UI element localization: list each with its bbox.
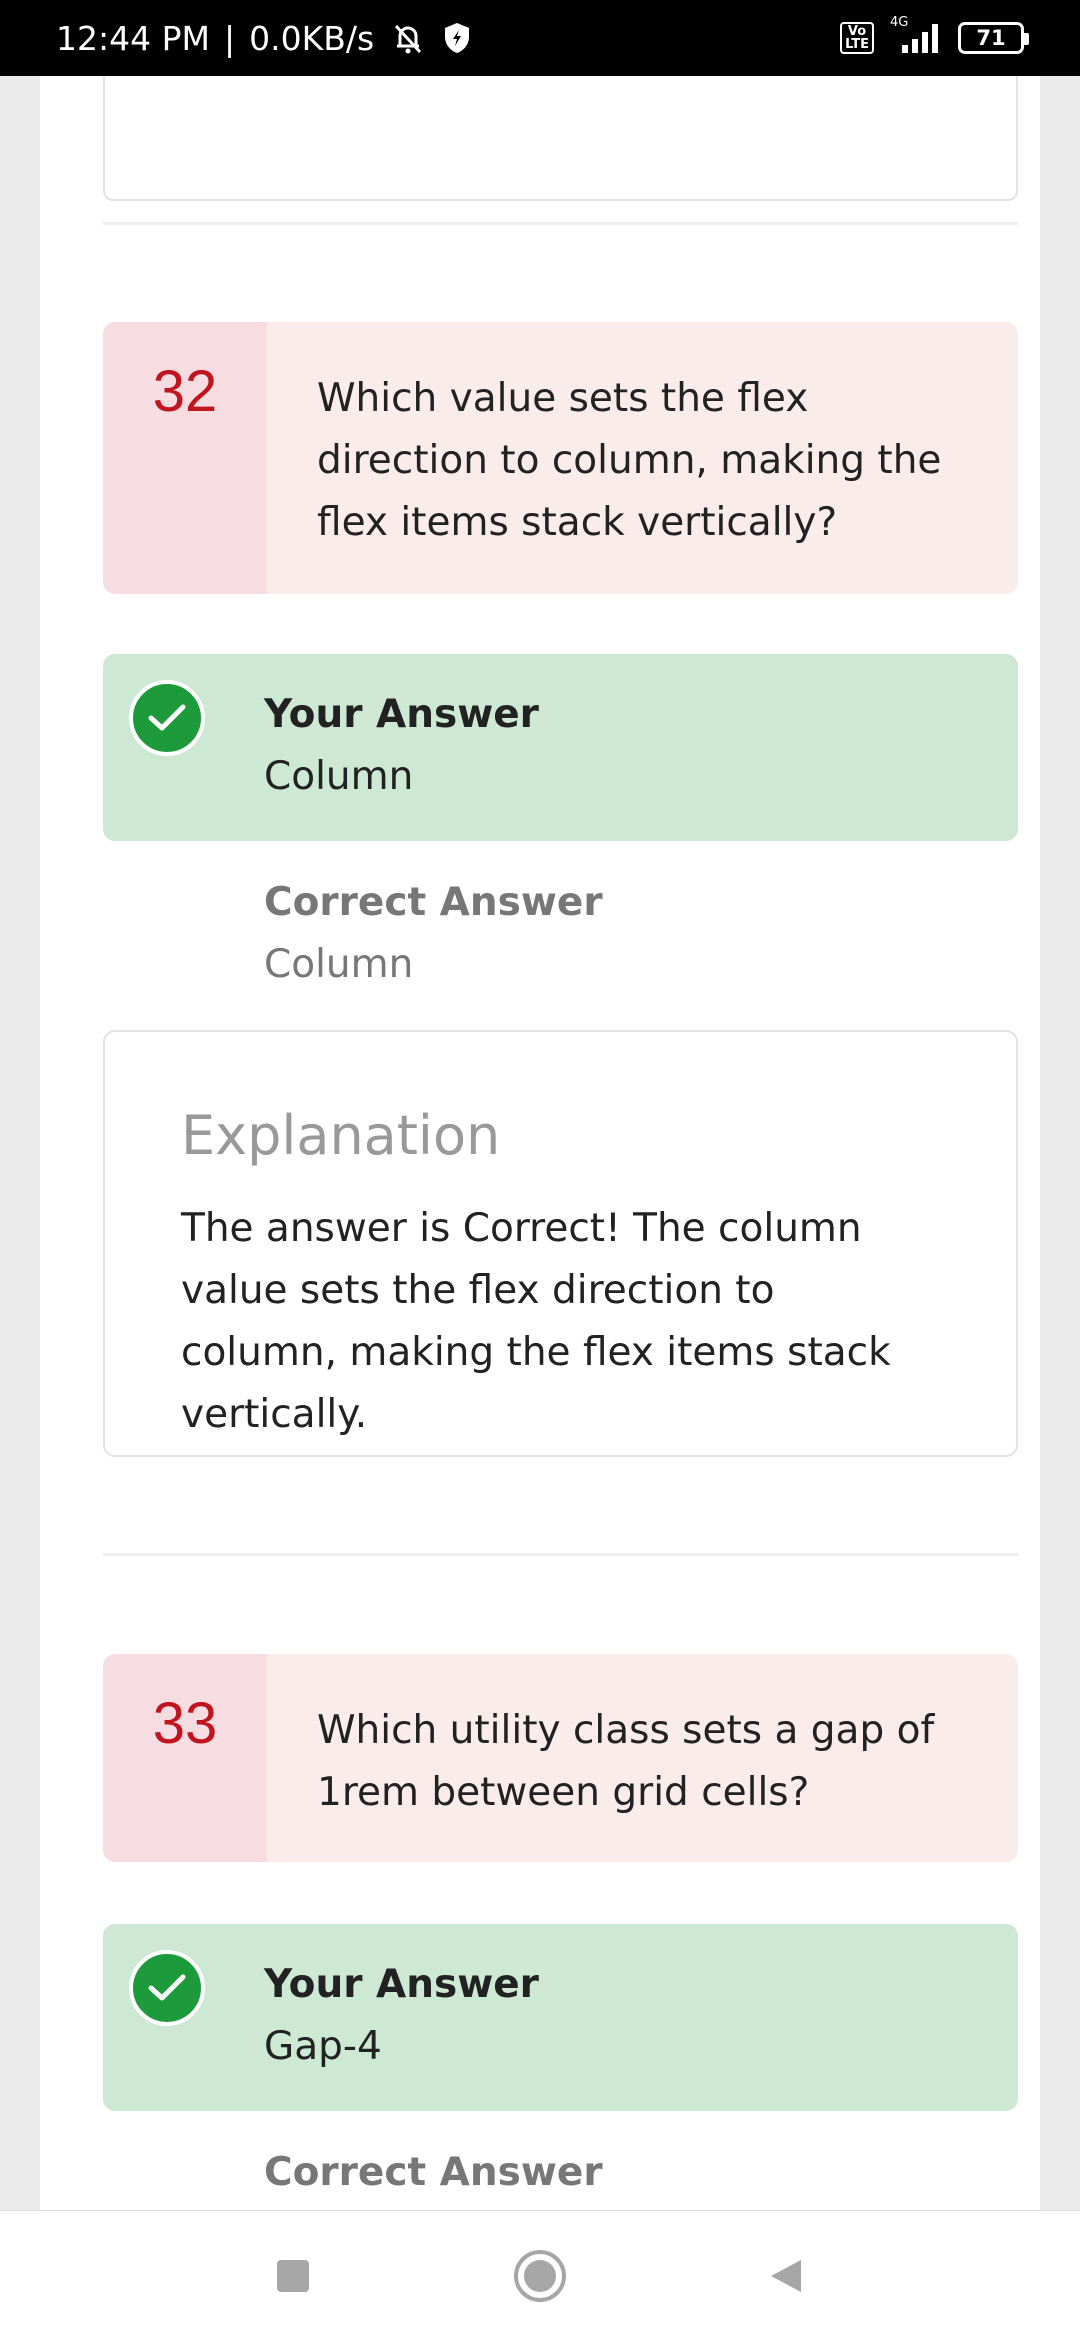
volte-icon: Vo LTE bbox=[840, 22, 874, 54]
signal-icon: 4G bbox=[888, 15, 944, 55]
muted-bell-icon bbox=[388, 18, 428, 58]
correct-answer-value: Column bbox=[264, 942, 414, 987]
recents-button[interactable] bbox=[253, 2236, 333, 2316]
question-card-33: 33 Which utility class sets a gap of 1re… bbox=[103, 1654, 1018, 1862]
your-answer-label: Your Answer bbox=[264, 1962, 539, 2007]
your-answer-label: Your Answer bbox=[264, 692, 539, 737]
question-card-32: 32 Which value sets the flex direction t… bbox=[103, 322, 1018, 594]
your-answer-value: Column bbox=[264, 754, 414, 799]
explanation-text: The answer is Correct! The column value … bbox=[181, 1206, 891, 1437]
navigation-bar bbox=[0, 2210, 1080, 2340]
results-card[interactable]: 32 Which value sets the flex direction t… bbox=[40, 76, 1040, 2210]
home-button[interactable] bbox=[500, 2236, 580, 2316]
your-answer-box: Your Answer Column bbox=[103, 654, 1018, 841]
correct-answer-label: Correct Answer bbox=[264, 2150, 603, 2195]
check-icon bbox=[129, 1950, 205, 2026]
circle-icon bbox=[513, 2249, 566, 2302]
square-icon bbox=[277, 2259, 310, 2292]
triangle-back-icon bbox=[770, 2259, 801, 2292]
question-number: 33 bbox=[103, 1654, 267, 1862]
status-bar: 12:44 PM | 0.0KB/s Vo LTE 4G 71 bbox=[0, 0, 1080, 76]
battery-icon: 71 bbox=[958, 22, 1029, 54]
question-text: Which value sets the flex direction to c… bbox=[317, 376, 942, 545]
your-answer-box: Your Answer Gap-4 bbox=[103, 1924, 1018, 2111]
correct-answer-label: Correct Answer bbox=[264, 880, 603, 925]
status-time: 12:44 PM bbox=[56, 18, 210, 58]
check-icon bbox=[129, 680, 205, 756]
status-net-speed: 0.0KB/s bbox=[249, 18, 375, 58]
explanation-box: Explanation The answer is Correct! The c… bbox=[103, 1030, 1018, 1457]
explanation-title: Explanation bbox=[181, 1104, 501, 1167]
battery-level: 71 bbox=[976, 26, 1006, 50]
status-left: 12:44 PM | 0.0KB/s bbox=[56, 18, 472, 58]
divider bbox=[103, 1553, 1018, 1556]
question-number: 32 bbox=[103, 322, 267, 594]
your-answer-value: Gap-4 bbox=[264, 2024, 382, 2069]
divider bbox=[103, 222, 1018, 225]
question-text: Which utility class sets a gap of 1rem b… bbox=[317, 1708, 935, 1815]
back-button[interactable] bbox=[747, 2236, 827, 2316]
network-type: 4G bbox=[890, 15, 909, 30]
status-separator: | bbox=[223, 18, 236, 58]
shield-icon bbox=[442, 21, 472, 55]
previous-explanation-box bbox=[103, 76, 1018, 201]
status-right: Vo LTE 4G 71 bbox=[840, 15, 1029, 55]
